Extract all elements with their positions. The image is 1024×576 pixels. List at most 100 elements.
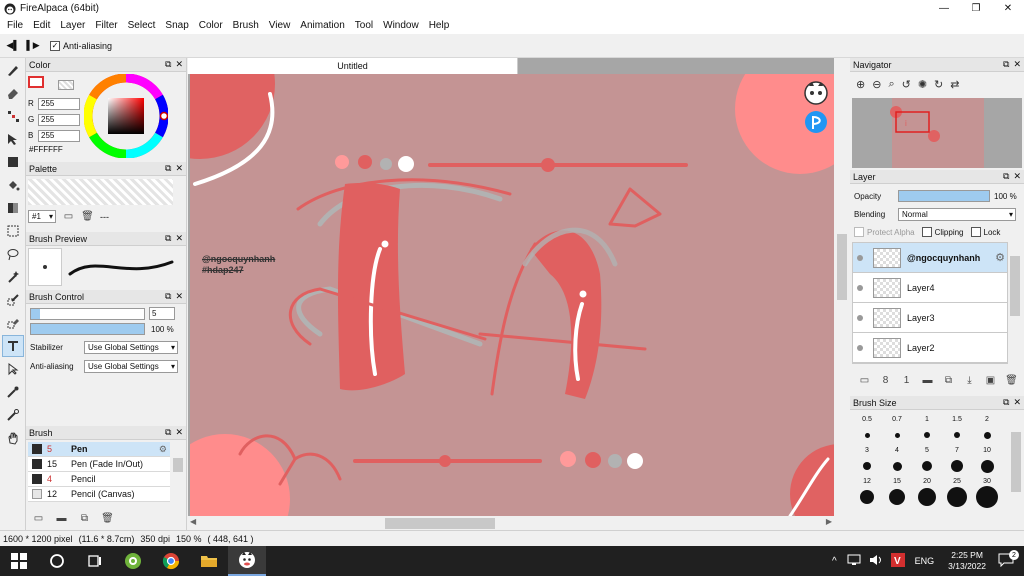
brush-anti-aliasing-select[interactable]: Use Global Settings bbox=[84, 360, 178, 373]
scroll-right-icon[interactable]: ▶ bbox=[826, 517, 832, 526]
clipping-checkbox[interactable] bbox=[921, 227, 932, 237]
artwork-canvas[interactable] bbox=[190, 74, 834, 516]
visibility-toggle[interactable] bbox=[853, 284, 867, 291]
tool-lasso[interactable] bbox=[2, 243, 24, 265]
search-button[interactable] bbox=[38, 546, 76, 576]
close-icon[interactable]: ✕ bbox=[175, 291, 183, 302]
brush-size-option[interactable]: 1 bbox=[912, 414, 942, 445]
brush-size-option[interactable]: 1.5 bbox=[942, 414, 972, 445]
blending-select[interactable]: Normal bbox=[898, 208, 1016, 221]
menu-help[interactable]: Help bbox=[424, 20, 455, 31]
reset-rotation-icon[interactable]: ✺ bbox=[918, 78, 927, 91]
duplicate-icon[interactable]: ⧉ bbox=[78, 512, 91, 525]
menu-file[interactable]: File bbox=[2, 20, 28, 31]
new-palette-icon[interactable]: ▭ bbox=[62, 210, 75, 223]
tool-fill-rect[interactable] bbox=[2, 151, 24, 173]
palette-swatches[interactable] bbox=[28, 179, 173, 205]
notifications-icon[interactable]: 2 bbox=[998, 550, 1019, 569]
navigator-preview[interactable]: i bbox=[852, 98, 1022, 168]
brush-size-slider[interactable] bbox=[30, 307, 145, 320]
visibility-toggle[interactable] bbox=[853, 344, 867, 351]
tool-hand[interactable] bbox=[2, 427, 24, 449]
task-view-button[interactable] bbox=[76, 546, 114, 576]
brush-item-pen[interactable]: 5 Pen ⚙ bbox=[28, 442, 170, 457]
float-icon[interactable]: ⧉ bbox=[1003, 59, 1009, 70]
trash-icon[interactable]: 🗑 bbox=[81, 210, 94, 223]
menu-color[interactable]: Color bbox=[194, 20, 228, 31]
visibility-toggle[interactable] bbox=[853, 254, 867, 261]
color-wheel[interactable] bbox=[84, 74, 168, 158]
close-icon[interactable]: ✕ bbox=[1013, 171, 1021, 182]
document-tab[interactable]: Untitled bbox=[188, 58, 518, 74]
menu-edit[interactable]: Edit bbox=[28, 20, 55, 31]
layer-item-layer3[interactable]: Layer3 bbox=[853, 303, 1007, 333]
tray-overflow-icon[interactable]: ^ bbox=[832, 556, 837, 567]
brush-size-input[interactable]: 5 bbox=[149, 307, 175, 320]
tool-move[interactable] bbox=[2, 128, 24, 150]
float-icon[interactable]: ⧉ bbox=[165, 427, 171, 438]
r-input[interactable]: 255 bbox=[38, 97, 80, 110]
brush-size-option[interactable]: 2 bbox=[972, 414, 1002, 445]
new-brush-icon[interactable]: ▭ bbox=[32, 512, 45, 525]
protect-alpha-checkbox[interactable] bbox=[854, 227, 864, 237]
network-icon[interactable] bbox=[847, 554, 861, 568]
zoom-fit-icon[interactable]: ⌕ bbox=[888, 78, 894, 91]
close-icon[interactable]: ✕ bbox=[175, 59, 183, 70]
volume-icon[interactable] bbox=[869, 554, 883, 568]
merge-down-icon[interactable]: ⤓ bbox=[963, 374, 976, 387]
brush-size-option[interactable]: 3 bbox=[852, 445, 882, 476]
rotate-left-icon[interactable]: ↺ bbox=[902, 78, 911, 91]
brush-size-scrollbar[interactable] bbox=[1010, 412, 1022, 528]
float-icon[interactable]: ⧉ bbox=[165, 59, 171, 70]
close-icon[interactable]: ✕ bbox=[1013, 397, 1021, 408]
new-layer-icon[interactable]: ▭ bbox=[858, 374, 871, 387]
layer-item-watermark[interactable]: @ngocquynhanh ⚙ bbox=[853, 243, 1007, 273]
float-icon[interactable]: ⧉ bbox=[165, 163, 171, 174]
tool-select[interactable] bbox=[2, 220, 24, 242]
lock-checkbox[interactable] bbox=[970, 227, 981, 237]
primary-color-swatch[interactable] bbox=[28, 76, 44, 88]
anti-aliasing-checkbox[interactable]: ✓ bbox=[50, 40, 60, 51]
b-input[interactable]: 255 bbox=[38, 129, 80, 142]
layer-list-scrollbar[interactable] bbox=[1008, 242, 1022, 364]
brush-size-option[interactable]: 30 bbox=[972, 476, 1002, 508]
brush-size-option[interactable]: 12 bbox=[852, 476, 882, 507]
menu-animation[interactable]: Animation bbox=[295, 20, 349, 31]
layer-opacity-slider[interactable] bbox=[898, 190, 990, 202]
canvas-area[interactable]: Untitled @ngocquynhanh #hdap247 bbox=[188, 58, 834, 530]
brush-list-scrollbar[interactable] bbox=[172, 442, 184, 502]
tool-eraser[interactable] bbox=[2, 82, 24, 104]
zoom-in-icon[interactable]: ⊕ bbox=[856, 78, 865, 91]
canvas-horizontal-scrollbar[interactable]: ◀ ▶ bbox=[188, 516, 834, 530]
gear-icon[interactable]: ⚙ bbox=[995, 251, 1005, 264]
anti-aliasing-option[interactable]: ✓ Anti-aliasing bbox=[50, 40, 112, 51]
float-icon[interactable]: ⧉ bbox=[1003, 397, 1009, 408]
canvas-vertical-scrollbar[interactable] bbox=[834, 74, 850, 516]
close-icon[interactable]: ✕ bbox=[175, 427, 183, 438]
brush-size-option[interactable]: 25 bbox=[942, 476, 972, 507]
float-icon[interactable]: ⧉ bbox=[165, 291, 171, 302]
menu-window[interactable]: Window bbox=[378, 20, 424, 31]
menu-select[interactable]: Select bbox=[123, 20, 161, 31]
palette-select[interactable]: #1 bbox=[28, 210, 56, 223]
scroll-left-icon[interactable]: ◀ bbox=[190, 517, 196, 526]
tool-select-pen[interactable] bbox=[2, 289, 24, 311]
brush-item-pen-fade[interactable]: 15 Pen (Fade In/Out) bbox=[28, 457, 170, 472]
folder-icon[interactable]: ▬ bbox=[55, 512, 68, 525]
brush-size-option[interactable]: 20 bbox=[912, 476, 942, 507]
menu-filter[interactable]: Filter bbox=[90, 20, 122, 31]
vietkey-icon[interactable]: V bbox=[890, 553, 905, 569]
taskbar-app-explorer[interactable] bbox=[190, 546, 228, 576]
language-indicator[interactable]: ENG bbox=[915, 556, 935, 566]
tool-gradient[interactable] bbox=[2, 197, 24, 219]
menu-view[interactable]: View bbox=[264, 20, 296, 31]
taskbar-app-coccoc[interactable] bbox=[114, 546, 152, 576]
taskbar-app-firealpaca[interactable] bbox=[228, 546, 266, 576]
next-frame-button[interactable]: ▌▶ bbox=[26, 39, 40, 53]
tool-dot[interactable] bbox=[2, 105, 24, 127]
gear-icon[interactable]: ⚙ bbox=[159, 444, 167, 455]
tool-brush[interactable] bbox=[2, 59, 24, 81]
new-8bit-layer-icon[interactable]: 8 bbox=[879, 374, 892, 387]
tool-text[interactable] bbox=[2, 335, 24, 357]
prev-frame-button[interactable]: ◀▌ bbox=[6, 39, 20, 53]
